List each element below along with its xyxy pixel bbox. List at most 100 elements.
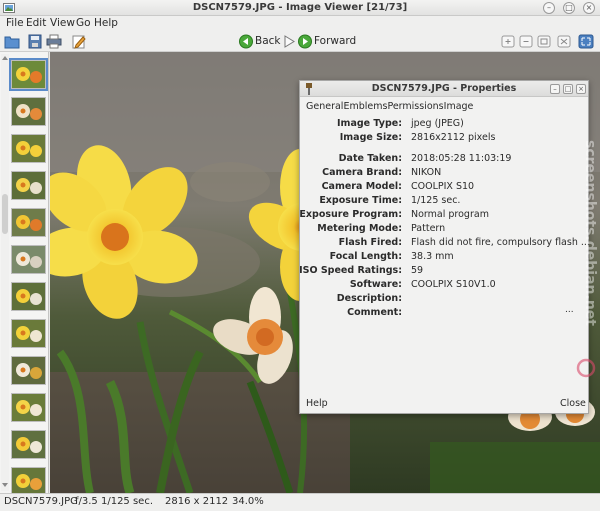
open-folder-icon[interactable] bbox=[4, 34, 20, 49]
property-label: Exposure Program: bbox=[299, 209, 402, 220]
thumbnail-item[interactable] bbox=[11, 171, 46, 200]
thumbnail-item[interactable] bbox=[11, 393, 46, 422]
menu-go[interactable]: Go bbox=[76, 17, 91, 29]
property-value: 38.3 mm bbox=[411, 251, 454, 262]
property-row: Description: bbox=[300, 293, 588, 306]
property-label: Camera Model: bbox=[321, 181, 402, 192]
zoom-in-icon[interactable] bbox=[500, 34, 516, 49]
scroll-up-icon[interactable] bbox=[2, 55, 8, 61]
property-label: Comment: bbox=[347, 307, 402, 318]
thumbnail-item[interactable] bbox=[11, 319, 46, 348]
thumbnail-item[interactable] bbox=[11, 430, 46, 459]
tab-emblems[interactable]: Emblems bbox=[343, 101, 387, 112]
property-row: Focal Length: 38.3 mm bbox=[300, 251, 588, 264]
maximize-button[interactable]: □ bbox=[563, 2, 575, 14]
thumbnail-item[interactable] bbox=[11, 97, 46, 126]
menu-file[interactable]: File bbox=[6, 17, 24, 29]
property-row: Date Taken: 2018:05:28 11:03:19 bbox=[300, 153, 588, 166]
thumbnail-image bbox=[12, 209, 45, 236]
thumbnail-image bbox=[12, 135, 45, 162]
property-label: Exposure Time: bbox=[319, 195, 402, 206]
property-label: ISO Speed Ratings: bbox=[299, 265, 402, 276]
close-button[interactable]: × bbox=[583, 2, 595, 14]
edit-pencil-icon[interactable] bbox=[71, 34, 87, 49]
thumbnail-image bbox=[12, 431, 45, 458]
property-row: Metering Mode: Pattern bbox=[300, 223, 588, 236]
zoom-out-icon[interactable] bbox=[518, 34, 534, 49]
property-label: Camera Brand: bbox=[322, 167, 402, 178]
thumbnail-item[interactable] bbox=[11, 208, 46, 237]
thumbnail-item[interactable] bbox=[11, 245, 46, 274]
property-label: Focal Length: bbox=[329, 251, 402, 262]
menu-bar: File Edit View Go Help bbox=[0, 16, 600, 32]
property-value: COOLPIX S10V1.0 bbox=[411, 279, 496, 290]
thumbnail-image bbox=[12, 357, 45, 384]
window-titlebar: DSCN7579.JPG - Image Viewer [21/73] – □ … bbox=[0, 0, 600, 16]
tab-permissions[interactable]: Permissions bbox=[387, 101, 443, 112]
print-icon[interactable] bbox=[46, 34, 62, 49]
thumbnail-image bbox=[12, 394, 45, 421]
fullscreen-icon[interactable] bbox=[578, 34, 594, 49]
back-arrow-icon[interactable] bbox=[238, 34, 254, 49]
property-value: Flash did not fire, compulsory flash ... bbox=[411, 237, 590, 248]
watermark-text: screenshots.debian.net bbox=[582, 140, 597, 326]
close-dialog-button[interactable]: Close bbox=[560, 398, 586, 409]
thumbnail-item[interactable] bbox=[11, 467, 46, 496]
dialog-minimize-button[interactable]: – bbox=[550, 84, 560, 94]
dialog-tabs: GeneralEmblemsPermissionsImage bbox=[306, 101, 473, 115]
dialog-titlebar: DSCN7579.JPG - Properties – □ × bbox=[300, 81, 588, 97]
property-label: Image Size: bbox=[339, 132, 402, 143]
status-zoom: 34.0% bbox=[232, 496, 264, 507]
scroll-down-icon[interactable] bbox=[2, 482, 8, 488]
property-row: Camera Model: COOLPIX S10 bbox=[300, 181, 588, 194]
status-bar: DSCN7579.JPG f/3.5 1/125 sec. 2816 x 211… bbox=[0, 493, 600, 511]
watermark: screenshots.debian.net bbox=[576, 140, 597, 378]
property-row: Flash Fired: Flash did not fire, compulso… bbox=[300, 237, 590, 250]
menu-edit[interactable]: Edit bbox=[26, 17, 46, 29]
menu-view[interactable]: View bbox=[50, 17, 75, 29]
slideshow-play-icon[interactable] bbox=[281, 34, 297, 49]
help-button[interactable]: Help bbox=[306, 398, 328, 409]
property-row: Camera Brand: NIKON bbox=[300, 167, 588, 180]
status-dimensions: 2816 x 2112 bbox=[165, 496, 229, 507]
thumbnail-image bbox=[12, 98, 45, 125]
tab-general[interactable]: General bbox=[306, 101, 343, 112]
watermark-logo bbox=[576, 358, 596, 378]
zoom-normal-icon[interactable] bbox=[536, 34, 552, 49]
thumbnail-item[interactable] bbox=[11, 356, 46, 385]
minimize-button[interactable]: – bbox=[543, 2, 555, 14]
property-label: Description: bbox=[336, 293, 402, 304]
zoom-fit-icon[interactable] bbox=[556, 34, 572, 49]
forward-arrow-icon[interactable] bbox=[297, 34, 313, 49]
property-label: Software: bbox=[349, 279, 402, 290]
thumbnail-item[interactable] bbox=[9, 58, 48, 91]
property-row: Image Size: 2816x2112 pixels bbox=[300, 132, 588, 145]
thumbnail-image bbox=[12, 283, 45, 310]
property-value: Normal program bbox=[411, 209, 489, 220]
thumbnail-item[interactable] bbox=[11, 282, 46, 311]
property-label: Metering Mode: bbox=[317, 223, 402, 234]
property-value: Pattern bbox=[411, 223, 446, 234]
thumbnail-image bbox=[12, 468, 45, 495]
property-value: 59 bbox=[411, 265, 424, 276]
save-icon[interactable] bbox=[27, 34, 43, 49]
property-value: 1/125 sec. bbox=[411, 195, 461, 206]
scroll-thumb[interactable] bbox=[2, 194, 8, 234]
thumbnail-image bbox=[12, 172, 45, 199]
thumbnail-image bbox=[12, 61, 45, 88]
property-value: 2018:05:28 11:03:19 bbox=[411, 153, 512, 164]
property-value: NIKON bbox=[411, 167, 442, 178]
dialog-close-button[interactable]: × bbox=[576, 84, 586, 94]
comment-more-button[interactable]: ... bbox=[565, 305, 574, 315]
property-row: Software: COOLPIX S10V1.0 bbox=[300, 279, 588, 292]
thumbnail-item[interactable] bbox=[11, 134, 46, 163]
menu-help[interactable]: Help bbox=[94, 17, 118, 29]
dialog-maximize-button[interactable]: □ bbox=[563, 84, 573, 94]
tab-image[interactable]: Image bbox=[444, 101, 474, 112]
thumbnail-scrollbar[interactable] bbox=[1, 54, 9, 491]
property-label: Flash Fired: bbox=[338, 237, 402, 248]
property-label: Date Taken: bbox=[338, 153, 402, 164]
forward-button[interactable]: Forward bbox=[314, 35, 356, 47]
back-button[interactable]: Back bbox=[255, 35, 281, 47]
property-row: Image Type: jpeg (JPEG) bbox=[300, 118, 588, 131]
